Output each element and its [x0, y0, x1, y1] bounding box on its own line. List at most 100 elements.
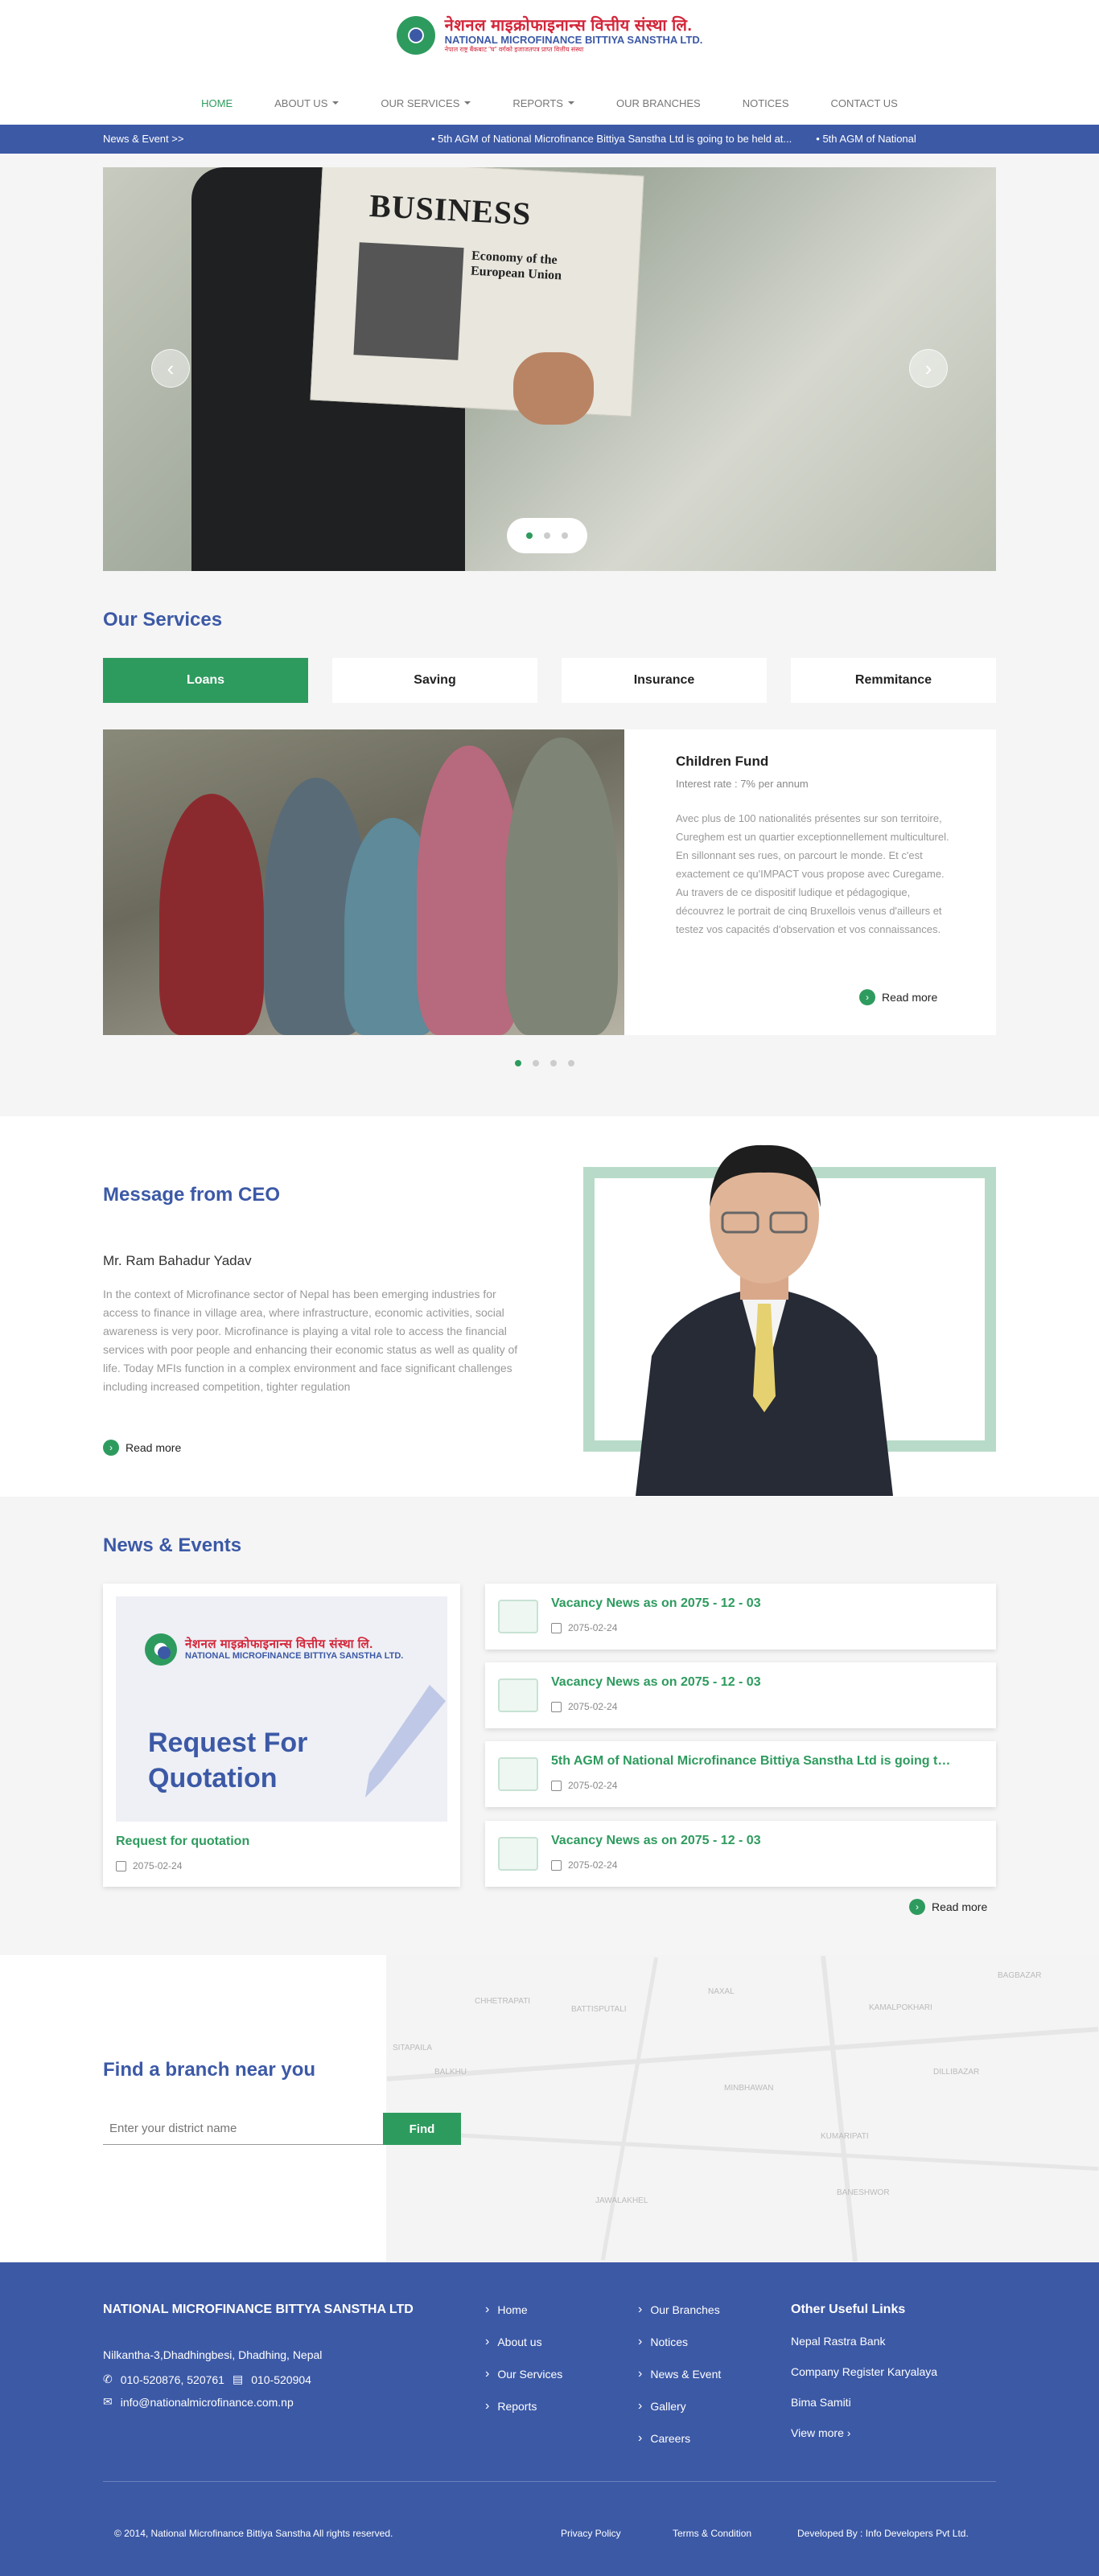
footer-link[interactable]: News & Event	[638, 2367, 721, 2381]
footer-divider	[103, 2481, 996, 2482]
ticker-items: 5th AGM of National Microfinance Bittiya…	[431, 133, 996, 145]
map-label: DILLIBAZAR	[933, 2068, 980, 2077]
map-label: MINBHAWAN	[724, 2084, 774, 2093]
caret-down-icon	[464, 101, 471, 105]
slider-dot[interactable]	[526, 532, 533, 539]
ceo-name: Mr. Ram Bahadur Yadav	[103, 1253, 252, 1268]
map-label: BATTISPUTALI	[571, 2005, 627, 2014]
brand-name-english: NATIONAL MICROFINANCE BITTIYA SANSTHA LT…	[185, 1651, 404, 1662]
main-nav: HOME ABOUT US OUR SERVICES REPORTS OUR B…	[0, 90, 1099, 116]
brand-name-english: NATIONAL MICROFINANCE BITTIYA SANSTHA LT…	[444, 34, 703, 47]
nav-label: HOME	[201, 97, 233, 109]
news-featured-title[interactable]: Request for quotation	[116, 1834, 249, 1849]
news-ticker: News & Event >> 5th AGM of National Micr…	[0, 125, 1099, 154]
slider-next-button[interactable]: ›	[909, 349, 948, 388]
email-link[interactable]: info@nationalmicrofinance.com.np	[121, 2396, 294, 2409]
service-text: Children Fund Interest rate : 7% per ann…	[676, 754, 949, 939]
slider-dot[interactable]	[562, 532, 568, 539]
news-item-title[interactable]: Vacancy News as on 2075 - 12 - 03	[551, 1596, 953, 1611]
news-list-item[interactable]: 5th AGM of National Microfinance Bittiya…	[485, 1741, 996, 1807]
news-list-item[interactable]: Vacancy News as on 2075 - 12 - 03 2075-0…	[485, 1584, 996, 1650]
nav-notices[interactable]: NOTICES	[743, 90, 789, 116]
document-icon	[498, 1600, 538, 1633]
calendar-icon	[551, 1622, 562, 1633]
footer-link[interactable]: Nepal Rastra Bank	[791, 2335, 937, 2348]
find-branch-button[interactable]: Find	[383, 2113, 461, 2145]
calendar-icon	[551, 1859, 562, 1871]
district-search-input[interactable]	[103, 2113, 383, 2145]
nav-branches[interactable]: OUR BRANCHES	[616, 90, 701, 116]
ticker-item[interactable]: 5th AGM of National Microfinance Bittiya…	[431, 133, 792, 145]
ticker-item[interactable]: 5th AGM of National	[816, 133, 916, 145]
slider-dot[interactable]	[544, 532, 550, 539]
nav-label: NOTICES	[742, 97, 789, 109]
fax-text: 010-520904	[251, 2373, 311, 2386]
read-more-label: Read more	[882, 991, 938, 1004]
service-dot[interactable]	[550, 1060, 557, 1066]
footer-link[interactable]: Company Register Karyalaya	[791, 2365, 937, 2378]
nav-services[interactable]: OUR SERVICES	[381, 90, 471, 116]
footer-links-col2: Our Branches Notices News & Event Galler…	[638, 2303, 721, 2446]
footer-link[interactable]: Home	[485, 2303, 562, 2317]
tab-remittance[interactable]: Remmitance	[791, 658, 996, 703]
read-more-label: Read more	[126, 1441, 182, 1454]
arrow-right-icon: ›	[103, 1440, 119, 1456]
service-children-image	[103, 729, 624, 1035]
brand-name-nepali: नेशनल माइक्रोफाइनान्स वित्तीय संस्था लि.	[444, 17, 693, 35]
footer-link[interactable]: Careers	[638, 2431, 721, 2446]
map-label: CHHETRAPATI	[475, 1997, 531, 2006]
footer-address: Nilkantha-3,Dhadhingbesi, Dhadhing, Nepa…	[103, 2348, 323, 2361]
news-item-title[interactable]: Vacancy News as on 2075 - 12 - 03	[551, 1834, 953, 1848]
footer-link[interactable]: Notices	[638, 2335, 721, 2349]
footer-link[interactable]: Reports	[485, 2399, 562, 2414]
footer-company: NATIONAL MICROFINANCE BITTYA SANSTHA LTD	[103, 2303, 414, 2316]
site-logo[interactable]: नेशनल माइक्रोफाइनान्स वित्तीय संस्था लि.…	[0, 11, 1099, 60]
services-heading: Our Services	[103, 609, 223, 631]
footer-email: ✉ info@nationalmicrofinance.com.np	[103, 2395, 294, 2409]
news-item-date: 2075-02-24	[551, 1859, 617, 1871]
nav-about[interactable]: ABOUT US	[274, 90, 340, 116]
footer-link[interactable]: Our Services	[485, 2367, 562, 2381]
phone-text[interactable]: 010-520876, 520761	[121, 2373, 224, 2386]
footer-link[interactable]: Bima Samiti	[791, 2396, 937, 2409]
map-label: KAMALPOKHARI	[869, 2003, 932, 2012]
footer-link[interactable]: Gallery	[638, 2399, 721, 2414]
date-text: 2075-02-24	[133, 1860, 183, 1871]
view-more-link[interactable]: View more ›	[791, 2426, 937, 2439]
service-description: Avec plus de 100 nationalités présentes …	[676, 812, 949, 935]
ceo-read-more[interactable]: › Read more	[103, 1440, 181, 1456]
news-item-title[interactable]: Vacancy News as on 2075 - 12 - 03	[551, 1675, 953, 1690]
brand-tagline: नेपाल राष्ट्र बैंकबाट "घ" वर्गको इजाजतपत…	[444, 45, 584, 53]
service-dot[interactable]	[533, 1060, 539, 1066]
privacy-link[interactable]: Privacy Policy	[561, 2528, 621, 2539]
arrow-right-icon: ›	[859, 989, 875, 1005]
developer-credit[interactable]: Developed By : Info Developers Pvt Ltd.	[797, 2528, 969, 2539]
tab-insurance[interactable]: Insurance	[562, 658, 767, 703]
nav-label: OUR BRANCHES	[615, 97, 701, 109]
branch-map[interactable]: CHHETRAPATI BATTISPUTALI NAXAL KAMALPOKH…	[386, 1955, 1099, 2262]
news-heading: News & Events	[103, 1535, 242, 1556]
news-featured-card[interactable]: नेशनल माइक्रोफाइनान्स वित्तीय संस्था लि.…	[103, 1584, 460, 1887]
useful-links-heading: Other Useful Links	[791, 2303, 906, 2316]
service-dot[interactable]	[568, 1060, 574, 1066]
tab-saving[interactable]: Saving	[332, 658, 537, 703]
logo-emblem-icon	[396, 16, 435, 55]
nav-reports[interactable]: REPORTS	[512, 90, 574, 116]
nav-contact[interactable]: CONTACT US	[831, 90, 898, 116]
footer-link[interactable]: About us	[485, 2335, 562, 2349]
news-list-item[interactable]: Vacancy News as on 2075 - 12 - 03 2075-0…	[485, 1821, 996, 1887]
date-text: 2075-02-24	[568, 1701, 618, 1712]
nav-home[interactable]: HOME	[201, 90, 233, 116]
service-read-more[interactable]: › Read more	[859, 989, 937, 1005]
terms-link[interactable]: Terms & Condition	[673, 2528, 751, 2539]
news-list-item[interactable]: Vacancy News as on 2075 - 12 - 03 2075-0…	[485, 1662, 996, 1728]
pencil-icon	[365, 1685, 446, 1797]
service-dot[interactable]	[515, 1060, 521, 1066]
slider-dots	[507, 518, 587, 553]
news-read-more[interactable]: › Read more	[909, 1899, 987, 1915]
ticker-label[interactable]: News & Event >>	[103, 133, 183, 145]
news-item-title[interactable]: 5th AGM of National Microfinance Bittiya…	[551, 1754, 953, 1769]
tab-loans[interactable]: Loans	[103, 658, 308, 703]
footer-link[interactable]: Our Branches	[638, 2303, 721, 2317]
slider-prev-button[interactable]: ‹	[151, 349, 190, 388]
